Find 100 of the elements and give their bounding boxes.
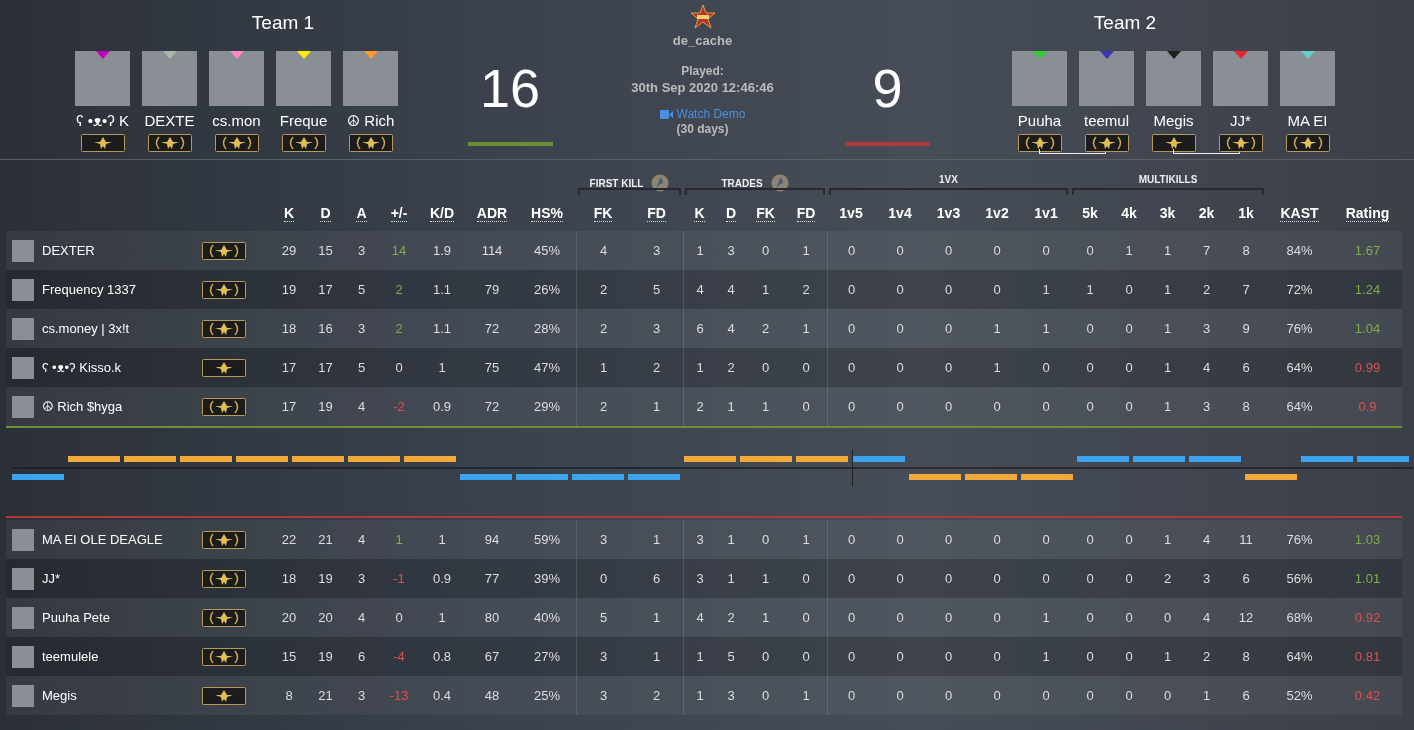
avatar-placeholder (12, 278, 34, 301)
stat-cell-text: 2 (1201, 281, 1212, 299)
stat-cell-text: 0 (801, 648, 811, 666)
column-header[interactable]: 1v4 (888, 205, 912, 221)
stat-cell-text: 64% (1285, 398, 1314, 416)
stat-cell-text: 1 (651, 398, 662, 416)
stat-cell-text: 0 (895, 281, 905, 299)
column-header[interactable]: D (725, 204, 737, 222)
column-header[interactable]: 1k (1238, 205, 1254, 221)
player-name[interactable]: ☮ Rich $hyga (42, 399, 123, 414)
player-name[interactable]: cs.money | 3x!t (42, 321, 130, 336)
avatar-placeholder (142, 51, 197, 106)
stat-cell: 1 (683, 637, 716, 676)
stat-cell-text: 3 (356, 320, 367, 338)
column-header[interactable]: 3k (1159, 205, 1176, 221)
column-header[interactable]: 1v1 (1034, 205, 1058, 221)
stat-cell-text: 1.03 (1353, 531, 1382, 549)
stat-cell: 3 (576, 637, 630, 676)
player-name: cs.mon (212, 112, 261, 130)
player-name[interactable]: Puuha Pete (42, 610, 110, 625)
stat-cell-text: 1 (1041, 648, 1051, 666)
column-header[interactable]: A (356, 204, 367, 222)
avatar-placeholder (209, 51, 264, 106)
column-header[interactable]: 1v3 (936, 205, 961, 221)
stat-cell-text: 8 (1241, 398, 1251, 416)
player-name[interactable]: MA EI OLE DEAGLE (42, 532, 163, 547)
column-header[interactable]: FK (756, 204, 775, 222)
stat-cell-text: 0 (992, 281, 1002, 299)
player-name[interactable]: ʕ •ᴥ•ʔ Kisso.k (42, 360, 122, 375)
stat-cell-text: 11 (1238, 531, 1254, 549)
stat-cell-text: 0 (943, 648, 954, 666)
stat-cell: 4 (683, 598, 716, 637)
stat-cell-text: 12 (1237, 609, 1255, 627)
column-header[interactable]: 4k (1121, 205, 1137, 221)
player-name[interactable]: Megis (42, 688, 77, 703)
stat-cell-text: 0 (1085, 687, 1095, 705)
stat-cell: 3 (683, 520, 716, 559)
stat-cell-text: 48 (483, 687, 501, 705)
stat-cell-text: 21 (317, 531, 334, 549)
stat-cell-text: 0 (943, 609, 954, 627)
stat-cell-text: 4 (1201, 531, 1212, 549)
stat-cell-text: 6 (651, 570, 662, 588)
stat-cell: 4 (576, 231, 630, 270)
column-header[interactable]: K/D (429, 204, 455, 222)
stat-cell-text: 0 (1162, 609, 1173, 627)
stat-cell-text: 1 (1162, 242, 1173, 260)
stat-cell-text: 0.4 (431, 687, 453, 705)
player-name[interactable]: Frequency 1337 (42, 282, 136, 297)
column-header[interactable]: ADR (476, 204, 508, 222)
stat-cell-text: 1 (801, 687, 811, 705)
stat-cell-text: 1 (760, 281, 771, 299)
column-header[interactable]: FK (593, 204, 613, 222)
player-name: MA EI (1287, 112, 1328, 130)
stat-cell-text: 0 (943, 570, 954, 588)
player-name[interactable]: JJ* (42, 571, 61, 586)
player-name[interactable]: DEXTER (42, 243, 95, 258)
column-header[interactable]: Rating (1345, 204, 1390, 222)
stat-cell-text: 1 (801, 320, 811, 338)
stat-cell-text: 1 (1085, 281, 1095, 299)
stat-cell-text: 0 (992, 398, 1002, 416)
played-label: Played: (681, 64, 724, 78)
demo-note: (30 days) (676, 122, 729, 136)
stat-cell-text: 1.9 (431, 242, 453, 260)
column-header[interactable]: HS% (531, 204, 563, 222)
stat-cell-text: 0 (1085, 242, 1095, 260)
avatar-placeholder (12, 395, 34, 418)
stat-cell-text: 0 (943, 531, 954, 549)
column-header[interactable]: +/- (390, 204, 408, 222)
column-header[interactable]: K (283, 204, 295, 222)
column-header[interactable]: K (694, 204, 705, 222)
stat-cell-text: 2 (651, 359, 662, 377)
stat-cell: 2 (576, 270, 630, 309)
stat-cell-text: 2 (726, 359, 736, 377)
column-header[interactable]: 1v2 (985, 205, 1009, 221)
stat-cell-text: 1 (760, 398, 771, 416)
avatar-placeholder (75, 51, 130, 106)
player-name[interactable]: teemulele (42, 649, 99, 664)
stat-cell-text: 8 (1241, 242, 1251, 260)
stat-cell: 0 (827, 270, 875, 309)
column-header[interactable]: FD (796, 204, 816, 222)
stat-cell-text: 0.9 (431, 398, 453, 416)
avatar-placeholder (1012, 51, 1067, 106)
column-header[interactable]: 2k (1198, 205, 1215, 221)
avatar-placeholder (1079, 51, 1134, 106)
column-header[interactable]: 5k (1082, 205, 1098, 221)
stat-cell-text: 0 (1041, 398, 1051, 416)
column-header[interactable]: KAST (1280, 204, 1319, 222)
stat-cell-text: 1 (1041, 320, 1051, 338)
column-header[interactable]: FD (647, 204, 666, 222)
stat-cell-text: 1 (651, 648, 662, 666)
player-name: Freque (279, 112, 328, 130)
stat-cell-text: 4 (356, 531, 367, 549)
column-header[interactable]: D (320, 204, 331, 222)
stat-cell-text: 9 (1241, 320, 1251, 338)
stat-cell-text: 5 (356, 281, 367, 299)
stat-cell-text: 26% (533, 281, 561, 299)
stat-cell-text: 1 (801, 242, 811, 260)
stat-cell-text: 1 (1162, 398, 1173, 416)
column-header[interactable]: 1v5 (839, 205, 863, 221)
team-title: Team 1 (250, 12, 316, 35)
